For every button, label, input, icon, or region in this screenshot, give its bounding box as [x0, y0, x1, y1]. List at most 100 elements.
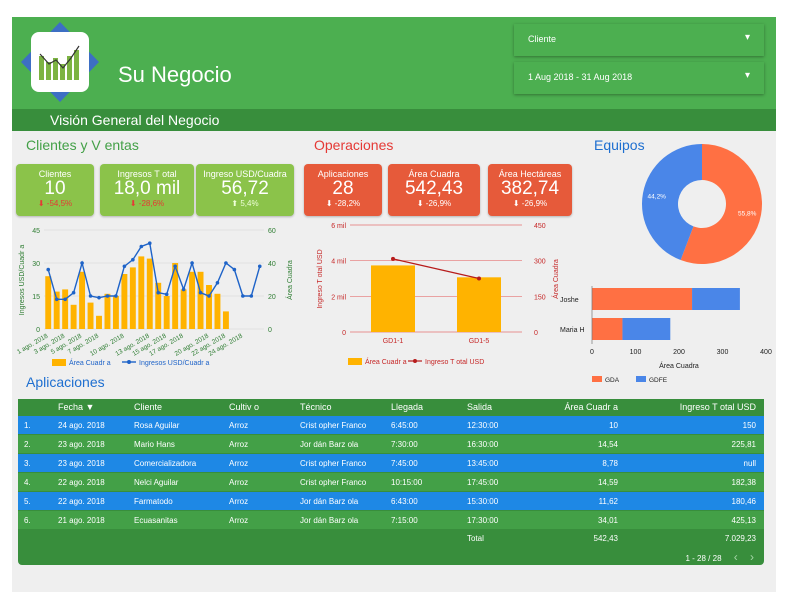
y-tick-label: Joshe	[560, 297, 579, 304]
technician-cell: Crist opher Franco	[300, 421, 367, 430]
kpi-delta-value: -26,9%	[425, 199, 452, 208]
legend-label: Área Cuadr a	[365, 357, 407, 366]
bar-segment	[592, 288, 693, 310]
technician-cell: Crist opher Franco	[300, 459, 367, 468]
income-cell: 225,81	[731, 440, 756, 449]
line-point	[190, 261, 194, 265]
column-header-departure[interactable]: Salida	[467, 402, 492, 412]
legend-label: Ingreso T otal USD	[425, 359, 484, 366]
line-point	[156, 290, 161, 295]
y-axis-label: Ingresos USD/Cuadr a	[19, 245, 26, 316]
income-cell: 182,38	[731, 478, 756, 487]
table-row[interactable]: 4. 22 ago. 2018 Nelci Aguilar Arroz Crist op…	[18, 473, 764, 491]
column-header-label: Fecha	[58, 402, 84, 412]
arrow-down-icon: ⬇	[512, 199, 522, 208]
bar	[104, 293, 111, 329]
teams-donut-chart: 55,8% 44,2%	[641, 144, 762, 264]
y2-tick-label: 40	[268, 261, 276, 268]
bar	[189, 271, 196, 329]
applications-table: Fecha ▼ Cliente Cultiv o Técnico Llegada…	[18, 399, 764, 565]
line-point	[71, 290, 76, 295]
date-cell: 23 ago. 2018	[58, 459, 105, 468]
line-point	[477, 276, 481, 281]
table-row[interactable]: 1. 24 ago. 2018 Rosa Aguilar Arroz Crist oph…	[18, 416, 764, 434]
kpi-card-applications: Aplicaciones 28 ⬇ -28,2%	[304, 164, 382, 216]
pagination-label: 1 - 28 / 28	[685, 554, 722, 563]
column-header-income[interactable]: Ingreso T otal USD	[680, 402, 756, 412]
line-point	[147, 241, 152, 245]
previous-page-icon[interactable]: ‹	[734, 550, 738, 564]
row-number: 6.	[24, 516, 31, 525]
x-tick-label: 200	[673, 349, 685, 356]
line-point	[88, 294, 93, 298]
client-cell: Ecuasanitas	[134, 516, 178, 525]
bar	[214, 293, 221, 329]
line-point	[105, 294, 110, 298]
column-header-area[interactable]: Área Cuadr a	[564, 402, 618, 412]
column-header-client[interactable]: Cliente	[134, 402, 162, 412]
y-tick-label: 30	[32, 261, 40, 268]
kpi-value: 56,72	[221, 178, 269, 199]
client-cell: Farmatodo	[134, 497, 173, 506]
crop-cell: Arroz	[229, 440, 249, 449]
dashboard-canvas: Su Negocio Cliente ▾ 1 Aug 2018 - 31 Aug…	[12, 17, 776, 592]
kpi-delta-value: -54,5%	[46, 199, 73, 208]
kpi-delta: ⬇ -28,2%	[304, 199, 382, 208]
date-range-dropdown[interactable]: 1 Aug 2018 - 31 Aug 2018 ▾	[514, 62, 764, 94]
table-row[interactable]: 6. 21 ago. 2018 Ecuasanitas Arroz Jor dán Ba…	[18, 511, 764, 529]
client-cell: Mario Hans	[134, 440, 175, 449]
y2-tick-label: 20	[268, 294, 276, 301]
line-point	[63, 297, 67, 302]
bar-segment	[692, 288, 740, 310]
line-point	[241, 294, 245, 298]
crop-cell: Arroz	[229, 478, 249, 487]
income-cell: 180,46	[731, 497, 756, 506]
y2-tick-label: 0	[268, 327, 272, 334]
table-total-row: Total 542,43 7.029,23	[18, 529, 764, 547]
line-point	[257, 264, 262, 269]
bar	[87, 302, 94, 329]
column-header-crop[interactable]: Cultiv o	[229, 402, 259, 412]
table-row[interactable]: 3. 23 ago. 2018 Comercializadora Arroz Crist…	[18, 454, 764, 472]
y2-axis-label: Área Cuadra	[285, 260, 294, 300]
income-cell: null	[743, 459, 756, 468]
kpi-card-clients: Clientes 10 ⬇ -54,5%	[16, 164, 94, 216]
crop-cell: Arroz	[229, 459, 249, 468]
section-title-operations: Operaciones	[314, 137, 394, 153]
bar	[371, 265, 415, 332]
y-tick-label: 15	[32, 294, 40, 301]
arrival-cell: 6:43:00	[391, 497, 418, 506]
table-row[interactable]: 2. 23 ago. 2018 Mario Hans Arroz Jor dán Bar…	[18, 435, 764, 453]
kpi-delta: ⬆ 5,4%	[196, 199, 294, 208]
column-header-arrival[interactable]: Llegada	[391, 402, 423, 412]
bar	[138, 256, 145, 329]
legend-swatch	[592, 376, 602, 382]
operations-bar-chart: 0 2 mil 4 mil 6 mil 0 150 300 450 GD1-1 GD1-5 Ingr…	[317, 223, 560, 366]
bar-segment	[592, 318, 623, 340]
x-tick-label: GD1-5	[469, 338, 490, 345]
client-filter-dropdown[interactable]: Cliente ▾	[514, 24, 764, 56]
area-cell: 14,54	[597, 440, 618, 449]
y-tick-label: 2 mil	[331, 294, 346, 301]
next-page-icon[interactable]: ›	[750, 550, 754, 564]
legend-swatch-point	[413, 359, 417, 363]
total-label: Total	[467, 534, 484, 543]
technician-cell: Jor dán Barz ola	[300, 516, 359, 525]
table-row[interactable]: 5. 22 ago. 2018 Farmatodo Arroz Jor dán Barz…	[18, 492, 764, 510]
kpi-delta-value: -28,6%	[138, 199, 165, 208]
line-point	[173, 264, 177, 269]
arrival-cell: 7:45:00	[391, 459, 418, 468]
bar	[457, 277, 501, 332]
arrow-down-icon: ⬇	[416, 199, 426, 208]
legend-label: Área Cuadr a	[69, 358, 111, 367]
bar	[121, 274, 128, 329]
y-tick-label: 45	[32, 228, 40, 235]
line-point	[207, 294, 211, 298]
column-header-date[interactable]: Fecha ▼	[58, 402, 94, 412]
client-cell: Comercializadora	[134, 459, 197, 468]
column-header-technician[interactable]: Técnico	[300, 402, 332, 412]
kpi-delta-value: -26,9%	[521, 199, 548, 208]
departure-cell: 12:30:00	[467, 421, 499, 430]
bar	[222, 311, 229, 329]
arrow-down-icon: ⬇	[37, 199, 47, 208]
